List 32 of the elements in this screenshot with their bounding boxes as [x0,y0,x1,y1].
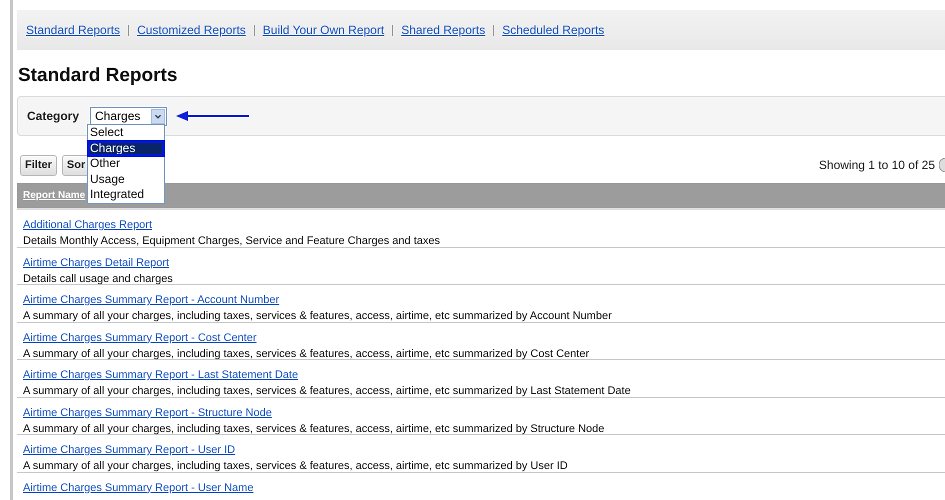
dropdown-option[interactable]: Usage [88,172,164,187]
report-link[interactable]: Airtime Charges Detail Report [23,256,170,268]
report-description: Details Monthly Access, Equipment Charges, Service and Feature Charges and taxes [23,235,440,247]
chevron-down-icon [151,108,166,124]
report-link[interactable]: Additional Charges Report [23,219,152,231]
report-link[interactable]: Airtime Charges Summary Report - Structure Node [23,406,272,418]
toolbar-button[interactable]: Filter [20,154,57,176]
nav-link[interactable]: Scheduled Reports [502,23,604,37]
report-link[interactable]: Airtime Charges Summary Report - User ID [23,444,236,456]
report-link[interactable]: Airtime Charges Summary Report - Cost Center [23,332,257,344]
category-label: Category [27,109,80,123]
report-link[interactable]: Airtime Charges Summary Report - User Name [23,482,254,494]
dropdown-option[interactable]: Other [88,156,164,172]
nav-link[interactable]: Build Your Own Report [262,23,384,37]
dropdown-option[interactable]: Select [88,125,164,140]
nav-link[interactable]: Shared Reports [401,23,486,37]
report-description: Details call usage and charges [23,272,173,284]
category-dropdown[interactable]: Charges [90,106,168,126]
dropdown-option[interactable]: Integrated [88,187,164,202]
arrow-icon [176,110,250,122]
report-link[interactable]: Airtime Charges Summary Report - Account Number [23,294,280,306]
report-description: A summary of all your charges, including taxes, services & features, access, airtime, etc summarized by User ID [23,460,568,472]
nav-link[interactable]: Customized Reports [137,23,246,37]
report-description: A summary of all your charges, including taxes, services & features, access, airtime, etc summarized by Last Statement Date [23,385,631,397]
dropdown-option[interactable]: Charges [88,140,164,156]
report-description: A summary of all your charges, including taxes, services & features, access, airtime, etc summarized by Account Number [23,310,612,322]
page-title: Standard Reports [18,65,178,87]
pagination-status: Showing 1 to 10 of 25 [818,158,935,172]
nav-link[interactable]: Standard Reports [26,23,120,37]
report-description: A summary of all your charges, including taxes, services & features, access, airtime, etc summarized by Cost Center [23,348,590,360]
report-link[interactable]: Airtime Charges Summary Report - Last Statement Date [23,369,298,381]
report-description: A summary of all your charges, including taxes, services & features, access, airtime, etc summarized by Structure Node [23,422,604,434]
